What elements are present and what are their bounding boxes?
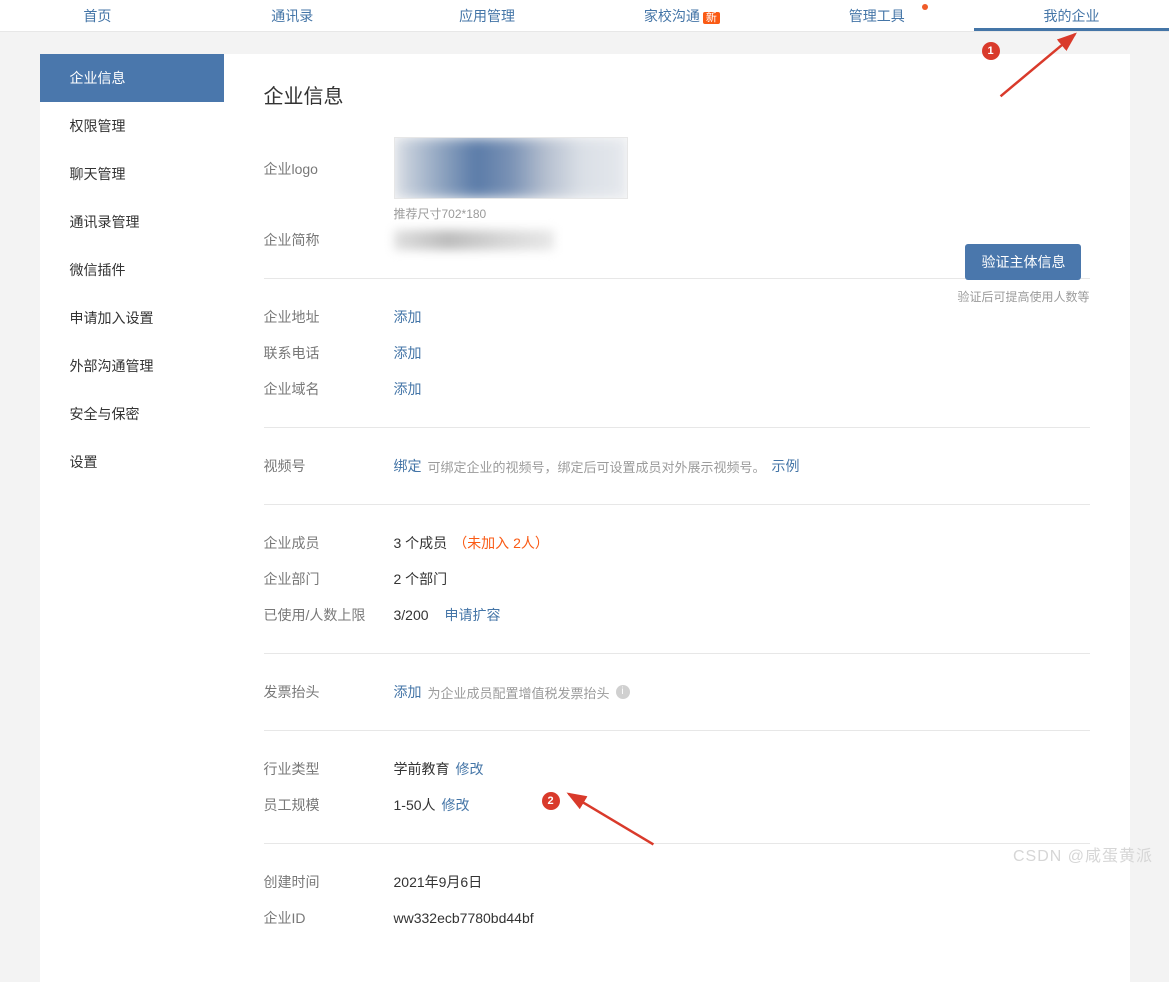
sidebar-item-contacts[interactable]: 通讯录管理 [40, 198, 224, 246]
invoice-label: 发票抬头 [264, 682, 394, 702]
shortname-label: 企业简称 [264, 230, 394, 250]
quota-expand-link[interactable]: 申请扩容 [445, 605, 501, 625]
video-bind-link[interactable]: 绑定 [394, 456, 422, 476]
nav-tools[interactable]: 管理工具 [779, 0, 974, 31]
corpid-value: ww332ecb7780bd44bf [394, 910, 534, 926]
section-meta: 创建时间 2021年9月6日 企业ID ww332ecb7780bd44bf [264, 843, 1090, 956]
sidebar-item-permissions[interactable]: 权限管理 [40, 102, 224, 150]
industry-value: 学前教育 [394, 759, 450, 779]
sidebar-item-settings[interactable]: 设置 [40, 438, 224, 486]
sidebar-item-info[interactable]: 企业信息 [40, 54, 224, 102]
quota-value: 3/200 [394, 607, 429, 623]
annotation-2: 2 [542, 792, 560, 810]
members-pending: （未加入 2人） [453, 533, 549, 553]
scale-edit-link[interactable]: 修改 [442, 795, 470, 815]
domain-label: 企业域名 [264, 379, 394, 399]
verify-hint: 验证后可提高使用人数等 [957, 288, 1089, 305]
sidebar-item-external[interactable]: 外部沟通管理 [40, 342, 224, 390]
sidebar: 企业信息 权限管理 聊天管理 通讯录管理 微信插件 申请加入设置 外部沟通管理 … [40, 54, 224, 982]
page-title: 企业信息 [264, 80, 1090, 109]
sidebar-item-chat[interactable]: 聊天管理 [40, 150, 224, 198]
corpid-label: 企业ID [264, 908, 394, 928]
sidebar-item-wechat[interactable]: 微信插件 [40, 246, 224, 294]
scale-value: 1-50人 [394, 795, 436, 815]
invoice-add-link[interactable]: 添加 [394, 682, 422, 702]
section-industry: 行业类型 学前教育 修改 员工规模 1-50人 修改 [264, 730, 1090, 843]
annotation-1: 1 [982, 42, 1000, 60]
video-label: 视频号 [264, 456, 394, 476]
domain-add-link[interactable]: 添加 [394, 379, 422, 399]
members-label: 企业成员 [264, 533, 394, 553]
depts-label: 企业部门 [264, 569, 394, 589]
sidebar-item-security[interactable]: 安全与保密 [40, 390, 224, 438]
verify-group: 验证主体信息 验证后可提高使用人数等 [957, 244, 1089, 305]
depts-value: 2 个部门 [394, 569, 448, 589]
phone-label: 联系电话 [264, 343, 394, 363]
invoice-hint: 为企业成员配置增值税发票抬头 [428, 683, 610, 702]
section-video: 视频号 绑定 可绑定企业的视频号，绑定后可设置成员对外展示视频号。 示例 [264, 427, 1090, 504]
info-icon: i [616, 685, 630, 699]
created-label: 创建时间 [264, 872, 394, 892]
new-badge: 新 [703, 12, 720, 24]
verify-button[interactable]: 验证主体信息 [965, 244, 1081, 280]
section-invoice: 发票抬头 添加 为企业成员配置增值税发票抬头 i [264, 653, 1090, 730]
nav-contacts[interactable]: 通讯录 [195, 0, 390, 31]
members-value: 3 个成员 [394, 533, 448, 553]
main-container: 企业信息 权限管理 聊天管理 通讯录管理 微信插件 申请加入设置 外部沟通管理 … [40, 54, 1130, 982]
video-example-link[interactable]: 示例 [772, 456, 800, 476]
phone-add-link[interactable]: 添加 [394, 343, 422, 363]
nav-tools-label: 管理工具 [849, 8, 905, 24]
nav-home[interactable]: 首页 [0, 0, 195, 31]
shortname-value [394, 230, 554, 250]
industry-label: 行业类型 [264, 759, 394, 779]
logo-hint: 推荐尺寸702*180 [394, 205, 628, 222]
section-members: 企业成员 3 个成员 （未加入 2人） 企业部门 2 个部门 已使用/人数上限 … [264, 504, 1090, 653]
logo-label: 企业logo [264, 137, 394, 179]
created-value: 2021年9月6日 [394, 872, 483, 892]
logo-image[interactable] [394, 137, 628, 199]
quota-label: 已使用/人数上限 [264, 605, 394, 625]
sidebar-item-join[interactable]: 申请加入设置 [40, 294, 224, 342]
industry-edit-link[interactable]: 修改 [456, 759, 484, 779]
nav-school-label: 家校沟通 [644, 8, 700, 24]
notification-dot-icon [922, 4, 928, 10]
content: 企业信息 1 企业logo 推荐尺寸702*180 企业简称 验证主体信息 验证… [224, 54, 1130, 982]
address-label: 企业地址 [264, 307, 394, 327]
top-nav: 首页 通讯录 应用管理 家校沟通新 管理工具 我的企业 [0, 0, 1169, 32]
nav-my-enterprise[interactable]: 我的企业 [974, 0, 1169, 31]
nav-school[interactable]: 家校沟通新 [584, 0, 779, 31]
video-hint: 可绑定企业的视频号，绑定后可设置成员对外展示视频号。 [428, 457, 766, 476]
address-add-link[interactable]: 添加 [394, 307, 422, 327]
scale-label: 员工规模 [264, 795, 394, 815]
nav-apps[interactable]: 应用管理 [390, 0, 585, 31]
